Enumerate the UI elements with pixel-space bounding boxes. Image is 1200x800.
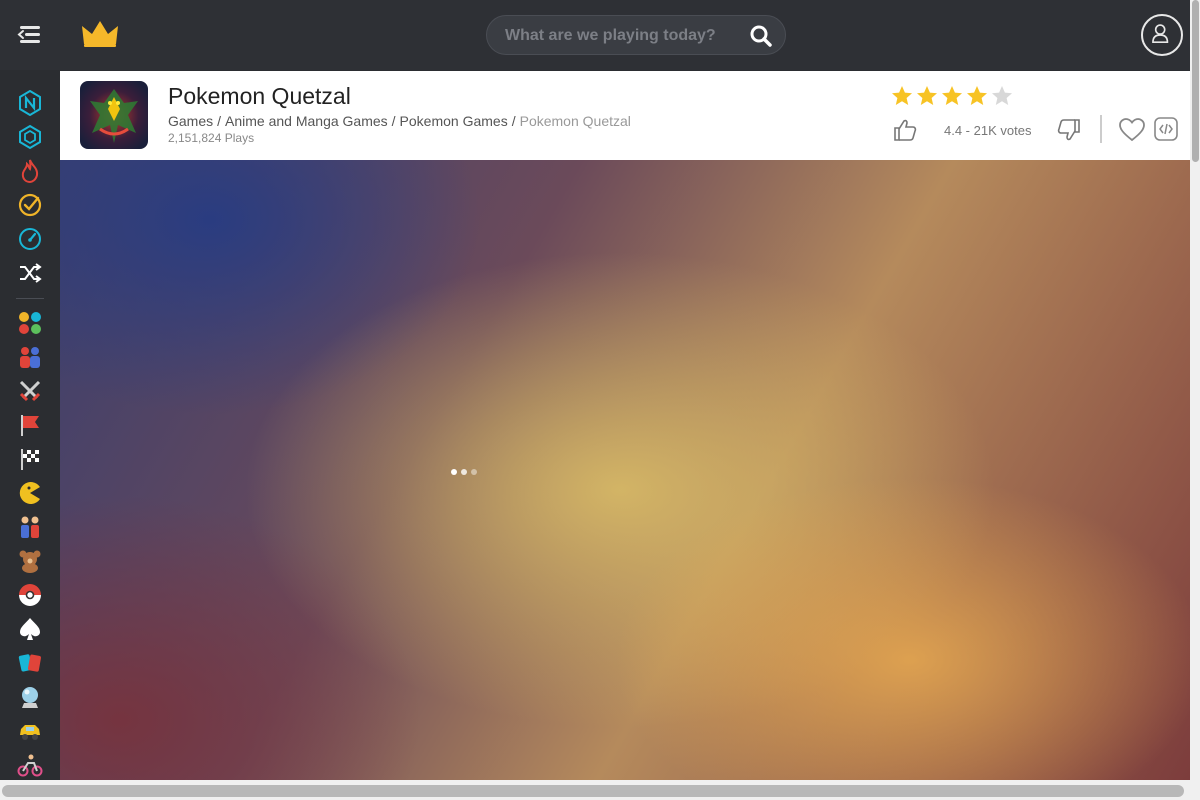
check-circle-icon[interactable] — [17, 192, 43, 218]
breadcrumb-games-link[interactable]: Games — [168, 113, 213, 129]
rating-star-icon[interactable] — [990, 84, 1014, 108]
action-divider — [1100, 115, 1102, 143]
speedometer-icon[interactable] — [17, 226, 43, 252]
votes-summary: 4.4 - 21K votes — [944, 123, 1032, 138]
horizontal-scrollbar-thumb[interactable] — [2, 785, 1184, 797]
racing-flag-icon[interactable] — [17, 446, 43, 472]
user-account-icon[interactable] — [1141, 14, 1183, 56]
rating-star-icon[interactable] — [965, 84, 989, 108]
breadcrumb: Games / Anime and Manga Games / Pokemon Game… — [168, 113, 631, 129]
game-thumbnail[interactable] — [80, 81, 148, 149]
cube-icon[interactable] — [17, 124, 43, 150]
people-icon[interactable] — [17, 514, 43, 540]
rating-star-icon[interactable] — [940, 84, 964, 108]
play-count: 2,151,824 Plays — [168, 131, 255, 145]
two-player-icon[interactable] — [17, 344, 43, 370]
loading-dot — [451, 469, 457, 475]
new-games-icon[interactable] — [17, 89, 43, 117]
breadcrumb-current: Pokemon Quetzal — [519, 113, 631, 129]
spade-icon[interactable] — [17, 616, 43, 642]
rating-star-icon[interactable] — [915, 84, 939, 108]
fire-icon[interactable] — [17, 158, 43, 184]
cards-icon[interactable] — [17, 650, 43, 676]
category-sidebar — [0, 70, 60, 800]
embed-code-icon[interactable] — [1154, 117, 1178, 141]
loading-dot — [461, 469, 467, 475]
breadcrumb-anime-manga-link[interactable]: Anime and Manga Games — [225, 113, 388, 129]
game-header: Pokemon Quetzal Games / Anime and Manga Ga… — [60, 71, 1190, 160]
breadcrumb-separator: / — [217, 113, 222, 129]
top-bar — [0, 0, 1190, 70]
thumbs-up-icon[interactable] — [892, 117, 918, 143]
breadcrumb-separator: / — [511, 113, 516, 129]
all-categories-icon[interactable] — [17, 310, 43, 336]
shuffle-icon[interactable] — [17, 260, 43, 286]
menu-toggle-icon[interactable] — [14, 20, 46, 50]
loading-dot — [471, 469, 477, 475]
swords-icon[interactable] — [17, 378, 43, 404]
game-title: Pokemon Quetzal — [168, 83, 351, 109]
game-frame[interactable] — [60, 160, 1193, 780]
pokeball-icon[interactable] — [17, 582, 43, 608]
car-icon[interactable] — [17, 718, 43, 744]
search-icon[interactable] — [749, 24, 773, 48]
search-bar — [486, 15, 786, 55]
sidebar-divider — [16, 298, 44, 299]
loading-indicator — [451, 469, 477, 475]
teddy-bear-icon[interactable] — [17, 548, 43, 574]
star-rating[interactable] — [890, 84, 1014, 108]
search-input[interactable] — [505, 24, 735, 48]
crown-logo-icon[interactable] — [80, 18, 120, 50]
vertical-scrollbar-thumb[interactable] — [1192, 0, 1199, 162]
pacman-icon[interactable] — [17, 480, 43, 506]
breadcrumb-pokemon-games-link[interactable]: Pokemon Games — [400, 113, 508, 129]
crystal-ball-icon[interactable] — [17, 684, 43, 710]
heart-favorite-icon[interactable] — [1118, 117, 1146, 143]
breadcrumb-separator: / — [391, 113, 396, 129]
flag-icon[interactable] — [17, 412, 43, 438]
rating-star-icon[interactable] — [890, 84, 914, 108]
bike-icon[interactable] — [17, 752, 43, 778]
thumbs-down-icon[interactable] — [1056, 117, 1082, 143]
